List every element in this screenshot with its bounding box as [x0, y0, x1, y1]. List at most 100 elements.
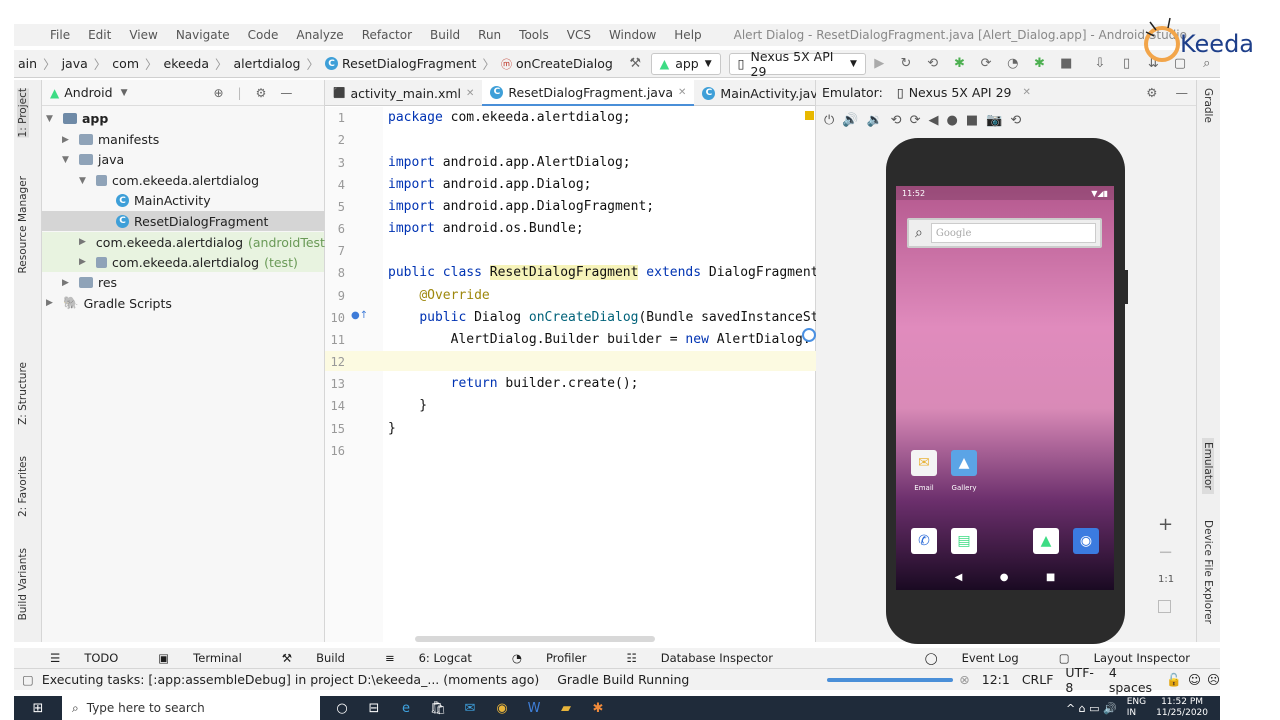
phone-app-icon[interactable]: ✆ — [911, 528, 937, 554]
google-search-input[interactable]: Google — [930, 223, 1096, 243]
profile-icon[interactable]: ⟳ — [978, 55, 995, 73]
menu-build[interactable]: Build — [430, 28, 460, 42]
back-icon[interactable]: ◀ — [928, 113, 938, 128]
menu-edit[interactable]: Edit — [88, 28, 111, 42]
chrome-icon[interactable]: ◉ — [490, 696, 514, 720]
minimize-icon[interactable]: — — [280, 86, 292, 100]
code-line[interactable]: import android.app.DialogFragment; — [388, 199, 654, 214]
taskbar-clock[interactable]: 11:52 PM 11/25/2020 — [1156, 697, 1208, 719]
task-view-icon[interactable]: ⊟ — [362, 696, 386, 720]
tab-event-log[interactable]: ◯ Event Log — [925, 651, 1039, 665]
layout-toggle-icon[interactable]: ▢ — [22, 672, 34, 687]
breadcrumb-item[interactable]: java — [62, 56, 88, 71]
code-line[interactable]: AlertDialog.Builder builder = new AlertD… — [388, 332, 811, 347]
close-icon[interactable]: ✕ — [1022, 87, 1030, 98]
menu-view[interactable]: View — [129, 28, 157, 42]
volume-down-icon[interactable]: 🔉 — [866, 113, 882, 128]
back-icon[interactable]: ◀ — [955, 572, 963, 583]
line-separator[interactable]: CRLF — [1022, 672, 1054, 687]
lock-icon[interactable]: 🔓 — [1166, 672, 1182, 688]
status-message[interactable]: Executing tasks: [:app:assembleDebug] in… — [42, 672, 539, 687]
language-indicator[interactable]: ENG IN — [1127, 697, 1146, 719]
run-config-select[interactable]: ▲ app ▼ — [650, 52, 721, 75]
chevron-right-icon[interactable]: ▶ — [62, 278, 74, 288]
play-store-app-icon[interactable]: ▤ — [951, 528, 977, 554]
coverage-icon[interactable]: ✱ — [1031, 55, 1048, 73]
camera-app-icon[interactable]: ◉ — [1073, 528, 1099, 554]
android-app-icon[interactable]: ▲ — [1033, 528, 1059, 554]
chevron-right-icon[interactable]: ▶ — [46, 298, 58, 308]
breadcrumb-item[interactable]: ain — [18, 56, 37, 71]
zoom-fit-button[interactable] — [1158, 600, 1171, 613]
chevron-right-icon[interactable]: ▶ — [79, 237, 86, 247]
home-icon[interactable]: ● — [1000, 572, 1009, 583]
tab-layout-inspector[interactable]: ▢ Layout Inspector — [1059, 651, 1210, 665]
gear-icon[interactable]: ⚙ — [1146, 85, 1157, 100]
indent-setting[interactable]: 4 spaces — [1109, 665, 1157, 695]
tab-activity-main-xml[interactable]: ⬛ activity_main.xml ✕ — [325, 80, 482, 106]
tray-icons[interactable]: ^ ⌂ ▭ 🔊 — [1066, 702, 1117, 715]
edge-icon[interactable]: e — [394, 696, 418, 720]
tab-emulator[interactable]: Emulator — [1202, 438, 1214, 494]
breadcrumb-item[interactable]: alertdialog — [234, 56, 301, 71]
overview-icon[interactable]: ■ — [1046, 572, 1055, 583]
chevron-down-icon[interactable]: ▼ — [62, 155, 74, 165]
word-icon[interactable]: W — [522, 696, 546, 720]
code-line[interactable]: } — [388, 398, 427, 413]
file-explorer-icon[interactable]: ▰ — [554, 696, 578, 720]
caret-position[interactable]: 12:1 — [982, 672, 1010, 687]
tree-item-java[interactable]: ▼ java — [62, 152, 124, 167]
home-icon[interactable]: ● — [946, 113, 957, 128]
tab-build-variants[interactable]: Build Variants — [17, 548, 29, 620]
chevron-down-icon[interactable]: ▼ — [79, 176, 91, 186]
tab-profiler[interactable]: ◔ Profiler — [512, 651, 607, 665]
breadcrumb-item[interactable]: ekeeda — [164, 56, 209, 71]
taskbar-search[interactable]: ⌕ Type here to search — [62, 696, 320, 720]
tab-logcat[interactable]: ≡ 6: Logcat — [385, 651, 492, 665]
zoom-out-button[interactable]: − — [1158, 542, 1173, 563]
tab-database-inspector[interactable]: ☷ Database Inspector — [626, 651, 792, 665]
tab-terminal[interactable]: ▣ Terminal — [158, 651, 261, 665]
snapshot-icon[interactable]: ⟲ — [1010, 113, 1021, 128]
power-icon[interactable]: ⏻ — [824, 113, 834, 128]
close-icon[interactable]: ✕ — [678, 87, 686, 98]
rotate-right-icon[interactable]: ⟳ — [910, 113, 921, 128]
tree-item-gradle-scripts[interactable]: ▶ 🐘 Gradle Scripts — [46, 295, 172, 311]
phone-screen[interactable]: 11:52 ▼◢▮ ⌕ Google ✉ Email ▲ Gallery ✆ ▤… — [896, 186, 1114, 590]
tab-resetdialogfragment[interactable]: C ResetDialogFragment.java ✕ — [482, 80, 695, 106]
tab-favorites[interactable]: 2: Favorites — [17, 456, 29, 517]
run-icon[interactable]: ▶ — [871, 55, 888, 73]
code-line[interactable]: public Dialog onCreateDialog(Bundle save… — [388, 310, 842, 325]
tab-structure[interactable]: Z: Structure — [17, 362, 29, 425]
menu-refactor[interactable]: Refactor — [362, 28, 412, 42]
tree-item-package-test[interactable]: ▶ com.ekeeda.alertdialog (test) — [42, 252, 324, 272]
zoom-in-button[interactable]: + — [1158, 514, 1173, 535]
tab-todo[interactable]: ☰ TODO — [50, 651, 138, 665]
device-select[interactable]: ▯ Nexus 5X API 29 ▼ — [728, 49, 866, 79]
tab-resource-manager[interactable]: Resource Manager — [17, 176, 29, 274]
cancel-build-icon[interactable]: ⊗ — [959, 672, 969, 687]
code-line[interactable]: } — [388, 421, 396, 436]
code-line[interactable]: @Override — [388, 288, 489, 303]
google-search-widget[interactable]: ⌕ Google — [907, 218, 1102, 248]
apply-changes-icon[interactable]: ↻ — [898, 55, 915, 73]
menu-analyze[interactable]: Analyze — [296, 28, 343, 42]
menu-code[interactable]: Code — [248, 28, 279, 42]
menu-help[interactable]: Help — [674, 28, 701, 42]
tree-item-package[interactable]: ▼ com.ekeeda.alertdialog — [79, 173, 259, 188]
store-icon[interactable]: 🛍 — [426, 696, 450, 720]
menu-window[interactable]: Window — [609, 28, 656, 42]
code-line[interactable]: import android.app.Dialog; — [388, 177, 592, 192]
volume-up-icon[interactable]: 🔊 — [842, 113, 858, 128]
tree-item-resetdialogfragment[interactable]: C ResetDialogFragment — [42, 211, 324, 231]
tree-item-mainactivity[interactable]: C MainActivity — [116, 193, 211, 208]
tab-gradle[interactable]: Gradle — [1202, 88, 1214, 123]
tab-build[interactable]: ⚒ Build — [282, 651, 365, 665]
stop-icon[interactable]: ■ — [1058, 55, 1075, 73]
mail-icon[interactable]: ✉ — [458, 696, 482, 720]
breadcrumb-item[interactable]: com — [112, 56, 139, 71]
menu-file[interactable]: File — [50, 28, 70, 42]
gear-icon[interactable]: ⚙ — [256, 86, 267, 100]
tree-item-res[interactable]: ▶ res — [62, 275, 117, 290]
rotate-left-icon[interactable]: ⟲ — [891, 113, 902, 128]
